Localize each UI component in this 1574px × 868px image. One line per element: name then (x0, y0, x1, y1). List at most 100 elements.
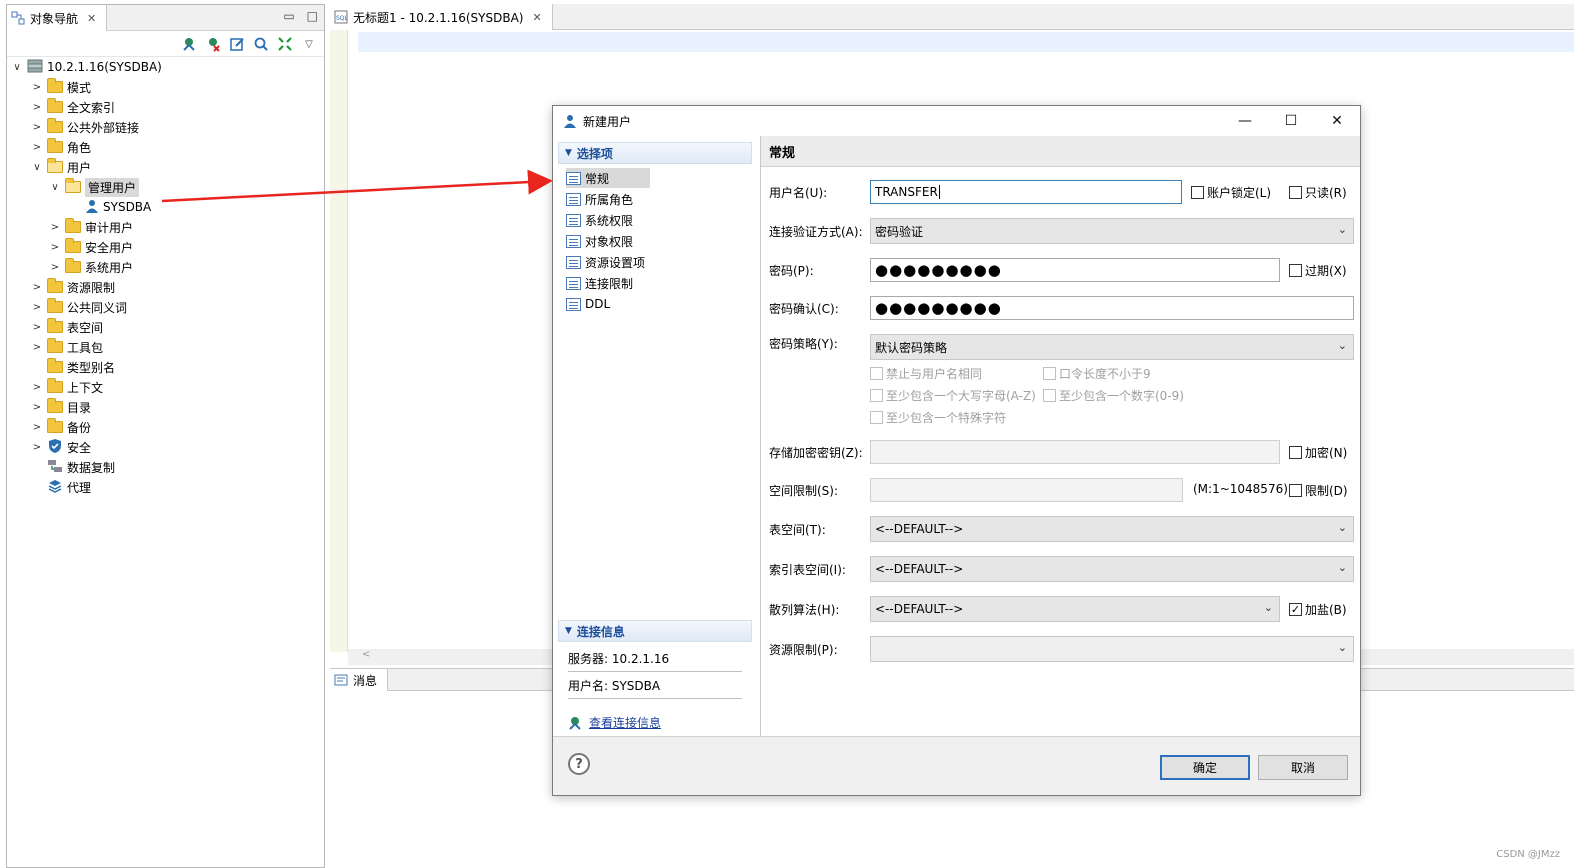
minimize-icon[interactable]: ▭ (283, 9, 294, 23)
expand-icon[interactable]: > (31, 302, 43, 313)
maximize-icon[interactable]: ☐ (1268, 106, 1314, 136)
collapse-icon[interactable]: ∨ (49, 182, 61, 193)
expand-icon[interactable]: > (31, 282, 43, 293)
password-confirm-input[interactable]: ●●●●●●●●● (870, 296, 1354, 320)
tree-node[interactable]: > 安全用户 (49, 237, 133, 257)
account-lock-checkbox[interactable]: 账户锁定(L) (1191, 184, 1271, 201)
tree-node[interactable]: > 目录 (31, 397, 91, 417)
tree-node[interactable]: 类型别名 (31, 357, 115, 377)
tree-node[interactable]: > 模式 (31, 77, 91, 97)
options-section-header[interactable]: ▼ 选择项 (558, 142, 752, 164)
tree-node[interactable]: > 工具包 (31, 337, 103, 357)
sql-file-icon: SQL (334, 10, 348, 24)
storage-key-input[interactable] (870, 440, 1280, 464)
collapse-icon[interactable]: ∨ (31, 162, 43, 173)
tab-sql-editor[interactable]: SQL 无标题1 - 10.2.1.16(SYSDBA) ✕ (330, 4, 553, 30)
help-icon[interactable]: ? (568, 753, 590, 775)
tree-node[interactable]: 数据复制 (31, 457, 115, 477)
cancel-button[interactable]: 取消 (1258, 755, 1348, 780)
auth-method-select[interactable]: 密码验证 ⌄ (870, 218, 1354, 244)
edit-icon[interactable] (228, 35, 246, 53)
tree-node-label: 安全用户 (85, 240, 134, 255)
policy-digit-checkbox[interactable]: 至少包含一个数字(0-9) (1043, 387, 1184, 404)
space-limit-input[interactable] (870, 478, 1183, 502)
expand-icon[interactable]: > (31, 122, 43, 133)
view-connection-info-link[interactable]: 查看连接信息 (567, 714, 661, 731)
resource-limit-select[interactable]: ⌄ (870, 636, 1354, 662)
limit-checkbox[interactable]: 限制(D) (1289, 482, 1348, 499)
encrypt-checkbox[interactable]: 加密(N) (1289, 444, 1347, 461)
policy-option-label: 至少包含一个特殊字符 (886, 411, 1007, 425)
close-icon[interactable]: ✕ (532, 11, 541, 24)
expand-icon[interactable]: > (49, 242, 61, 253)
expand-icon[interactable]: > (31, 382, 43, 393)
tree-node[interactable]: > 审计用户 (49, 217, 133, 237)
password-policy-select[interactable]: 默认密码策略 ⌄ (870, 334, 1354, 360)
policy-not-same-as-username-checkbox[interactable]: 禁止与用户名相同 (870, 365, 982, 382)
collapse-icon[interactable]: ∨ (11, 62, 23, 73)
scroll-left-icon[interactable]: < (362, 649, 370, 660)
text-caret (938, 185, 940, 199)
expand-all-icon[interactable] (276, 35, 294, 53)
tree-node[interactable]: SYSDBA (69, 197, 151, 217)
password-input[interactable]: ●●●●●●●●● (870, 258, 1280, 282)
tablespace-select[interactable]: <--DEFAULT--> ⌄ (870, 516, 1354, 542)
expand-icon[interactable]: > (31, 442, 43, 453)
option-item[interactable]: 所属角色 (566, 189, 639, 209)
editor-text-area[interactable] (358, 32, 1574, 52)
tree-node[interactable]: > 资源限制 (31, 277, 115, 297)
expand-icon[interactable]: > (31, 342, 43, 353)
tab-object-navigator[interactable]: 对象导航 ✕ (7, 5, 108, 31)
tree-node[interactable]: > 角色 (31, 137, 91, 157)
expand-icon[interactable]: > (31, 142, 43, 153)
policy-min-length-checkbox[interactable]: 口令长度不小于9 (1043, 365, 1151, 382)
policy-special-char-checkbox[interactable]: 至少包含一个特殊字符 (870, 409, 1006, 426)
expand-icon[interactable]: > (31, 82, 43, 93)
minimize-icon[interactable]: — (1222, 106, 1268, 136)
conn-info-section-header[interactable]: ▼ 连接信息 (558, 620, 752, 642)
salt-checkbox[interactable]: ✓ 加盐(B) (1289, 601, 1347, 618)
option-item[interactable]: 系统权限 (566, 210, 639, 230)
expand-icon[interactable]: > (31, 422, 43, 433)
tree-node[interactable]: > 上下文 (31, 377, 103, 397)
tree-node[interactable]: > 公共同义词 (31, 297, 127, 317)
option-item[interactable]: 资源设置项 (566, 252, 651, 272)
tree-node[interactable]: 代理 (31, 477, 91, 497)
tree-node[interactable]: > 表空间 (31, 317, 103, 337)
option-item[interactable]: 对象权限 (566, 231, 639, 251)
username-input[interactable]: TRANSFER (870, 180, 1182, 204)
password-policy-label: 密码策略(Y): (769, 337, 838, 351)
policy-uppercase-checkbox[interactable]: 至少包含一个大写字母(A-Z) (870, 387, 1036, 404)
disconnect-icon[interactable] (204, 35, 222, 53)
index-tablespace-select[interactable]: <--DEFAULT--> ⌄ (870, 556, 1354, 582)
maximize-icon[interactable]: □ (307, 9, 318, 23)
connect-icon[interactable] (180, 35, 198, 53)
tree-node[interactable]: > 安全 (31, 437, 91, 457)
option-item[interactable]: 常规 (566, 168, 650, 188)
expand-icon[interactable]: > (49, 222, 61, 233)
tree-node[interactable]: > 全文索引 (31, 97, 115, 117)
option-item[interactable]: DDL (566, 294, 616, 314)
hash-algorithm-select[interactable]: <--DEFAULT--> ⌄ (870, 596, 1280, 622)
close-icon[interactable]: ✕ (1314, 106, 1360, 136)
tree-node[interactable]: > 公共外部链接 (31, 117, 139, 137)
tree-node[interactable]: > 备份 (31, 417, 91, 437)
expand-icon[interactable]: > (31, 102, 43, 113)
ok-button[interactable]: 确定 (1160, 755, 1250, 780)
search-icon[interactable] (252, 35, 270, 53)
tree-node[interactable]: ∨ 管理用户 (49, 177, 140, 197)
expand-icon[interactable]: > (31, 322, 43, 333)
tab-messages[interactable]: 消息 (330, 669, 389, 691)
expired-checkbox[interactable]: 过期(X) (1289, 262, 1347, 279)
tree-node[interactable]: ∨ 10.2.1.16(SYSDBA) (11, 57, 162, 77)
option-item[interactable]: 连接限制 (566, 273, 639, 293)
readonly-checkbox[interactable]: 只读(R) (1289, 184, 1347, 201)
tree-node[interactable]: ∨ 用户 (31, 157, 91, 177)
server-info: 服务器: 10.2.1.16 (568, 646, 742, 672)
password-confirm-label: 密码确认(C): (769, 302, 839, 316)
tree-node[interactable]: > 系统用户 (49, 257, 133, 277)
expand-icon[interactable]: > (49, 262, 61, 273)
close-icon[interactable]: ✕ (87, 12, 96, 25)
view-menu-icon[interactable]: ▽ (300, 35, 318, 53)
expand-icon[interactable]: > (31, 402, 43, 413)
